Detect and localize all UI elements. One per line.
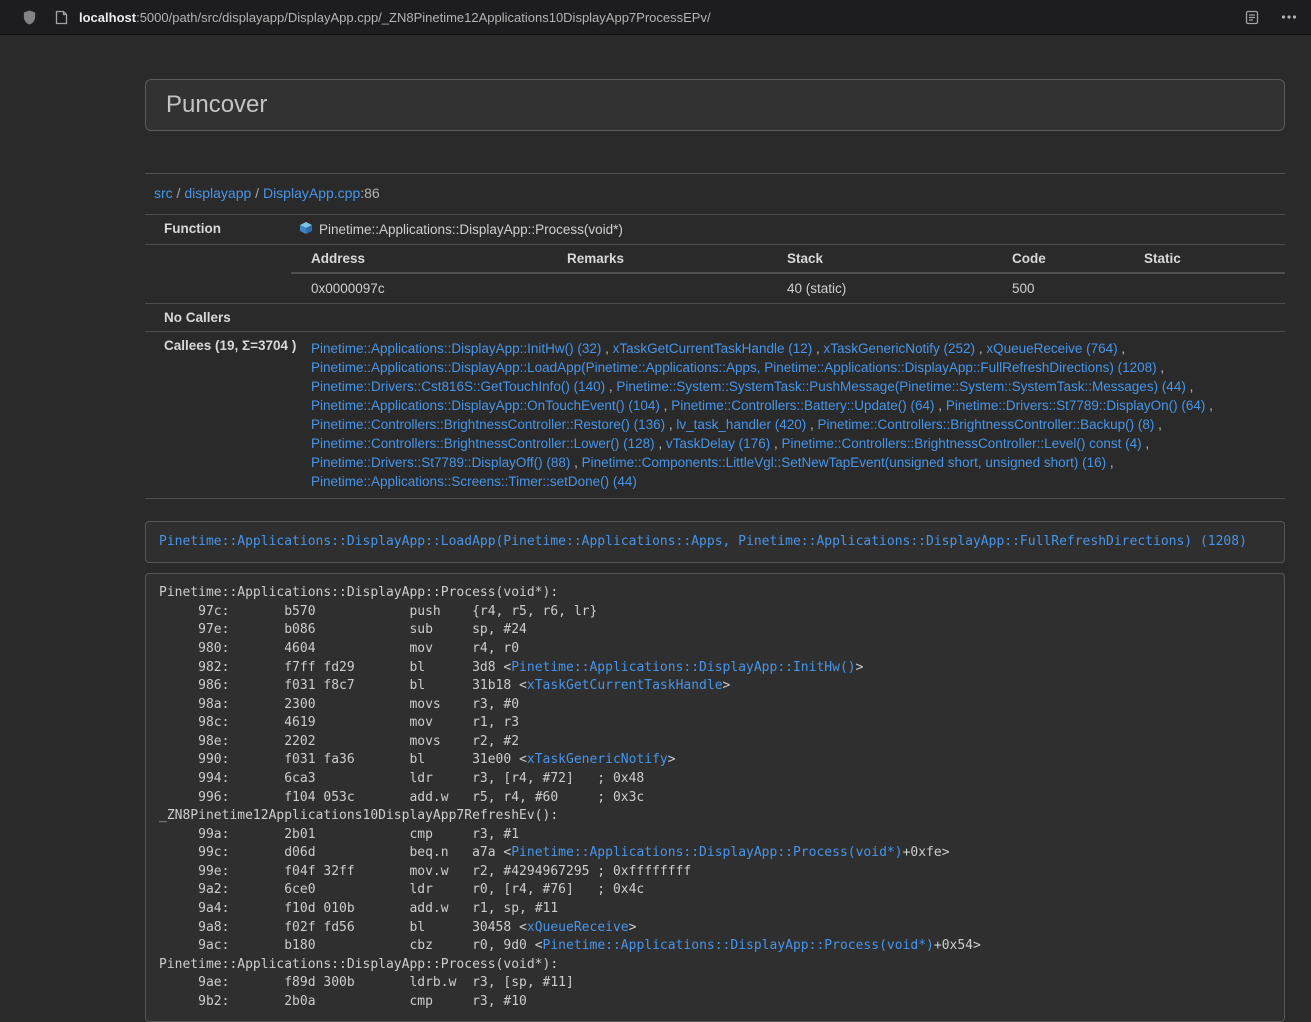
- callee-separator: ,: [1157, 360, 1165, 375]
- callee-link[interactable]: Pinetime::Controllers::BrightnessControl…: [781, 436, 1141, 451]
- menu-dots-icon[interactable]: [1281, 14, 1297, 20]
- callee-link[interactable]: Pinetime::Controllers::Battery::Update()…: [671, 398, 934, 413]
- function-name: Pinetime::Applications::DisplayApp::Proc…: [319, 222, 623, 237]
- callee-link[interactable]: Pinetime::Drivers::St7789::DisplayOff() …: [311, 455, 570, 470]
- callee-link[interactable]: Pinetime::Controllers::BrightnessControl…: [311, 417, 665, 432]
- callees-list: Pinetime::Applications::DisplayApp::Init…: [291, 332, 1285, 499]
- remarks-value: [547, 273, 767, 303]
- callee-link[interactable]: Pinetime::Applications::DisplayApp::Init…: [311, 341, 601, 356]
- callee-link[interactable]: Pinetime::Controllers::BrightnessControl…: [818, 417, 1155, 432]
- url-host: localhost: [79, 10, 136, 25]
- divider: [145, 173, 1285, 174]
- callee-separator: ,: [570, 455, 581, 470]
- callee-link[interactable]: Pinetime::System::SystemTask::PushMessag…: [616, 379, 1185, 394]
- breadcrumb-link[interactable]: displayapp: [184, 185, 251, 201]
- callee-separator: ,: [1142, 436, 1150, 451]
- disassembly-block: Pinetime::Applications::DisplayApp::Proc…: [145, 573, 1285, 1022]
- static-value: [1124, 273, 1285, 303]
- page-title: Puncover: [166, 92, 1264, 118]
- page-icon[interactable]: [55, 10, 68, 25]
- callee-separator: ,: [812, 341, 823, 356]
- code-symbol-link[interactable]: Pinetime::Applications::DisplayApp::Proc…: [511, 845, 902, 860]
- line-number: :86: [360, 185, 379, 201]
- col-code: Code: [992, 245, 1124, 273]
- no-callers-label: No Callers: [145, 304, 291, 332]
- callee-link[interactable]: xTaskGetCurrentTaskHandle (12): [613, 341, 813, 356]
- breadcrumb-link[interactable]: src: [154, 185, 173, 201]
- function-label: Function: [145, 215, 291, 245]
- callee-link[interactable]: Pinetime::Drivers::St7789::DisplayOn() (…: [946, 398, 1206, 413]
- callee-separator: ,: [975, 341, 986, 356]
- callee-separator: ,: [660, 398, 671, 413]
- stack-value: 40 (static): [767, 273, 992, 303]
- metrics-values-row: 0x0000097c 40 (static) 500: [291, 273, 1285, 303]
- code-symbol-link[interactable]: xTaskGenericNotify: [527, 752, 668, 767]
- callee-link[interactable]: xQueueReceive (764): [986, 341, 1117, 356]
- breadcrumb-separator: /: [173, 185, 185, 201]
- function-type-icon: [299, 221, 313, 238]
- callee-link[interactable]: vTaskDelay (176): [666, 436, 770, 451]
- callees-row: Callees (19, Σ=3704 ) Pinetime::Applicat…: [145, 332, 1285, 499]
- highlighted-callee-panel: Pinetime::Applications::DisplayApp::Load…: [145, 521, 1285, 563]
- callee-separator: ,: [605, 379, 616, 394]
- reader-mode-icon[interactable]: [1245, 10, 1259, 25]
- breadcrumb-link[interactable]: DisplayApp.cpp: [263, 185, 360, 201]
- metrics-row: Address Remarks Stack Code Static 0x0000…: [145, 245, 1285, 304]
- breadcrumb: src / displayapp / DisplayApp.cpp:86: [154, 185, 1285, 201]
- callee-separator: ,: [935, 398, 946, 413]
- symbol-table: Function Pinetime::Applications::Display…: [145, 214, 1285, 499]
- url-bar[interactable]: localhost:5000/path/src/displayapp/Displ…: [79, 10, 1229, 25]
- metrics-table: Address Remarks Stack Code Static 0x0000…: [291, 245, 1285, 303]
- url-path: :5000/path/src/displayapp/DisplayApp.cpp…: [136, 10, 711, 25]
- no-callers-row: No Callers: [145, 304, 1285, 332]
- col-stack: Stack: [767, 245, 992, 273]
- callee-separator: ,: [655, 436, 666, 451]
- shield-icon[interactable]: [22, 9, 37, 26]
- callee-separator: ,: [1186, 379, 1194, 394]
- callee-link[interactable]: Pinetime::Controllers::BrightnessControl…: [311, 436, 655, 451]
- highlighted-callee-link[interactable]: Pinetime::Applications::DisplayApp::Load…: [159, 534, 1247, 549]
- code-symbol-link[interactable]: xTaskGetCurrentTaskHandle: [527, 678, 723, 693]
- col-address: Address: [291, 245, 547, 273]
- callee-separator: ,: [1205, 398, 1213, 413]
- col-remarks: Remarks: [547, 245, 767, 273]
- callee-link[interactable]: Pinetime::Applications::DisplayApp::OnTo…: [311, 398, 660, 413]
- code-symbol-link[interactable]: Pinetime::Applications::DisplayApp::Init…: [511, 660, 855, 675]
- function-row: Function Pinetime::Applications::Display…: [145, 215, 1285, 245]
- code-value: 500: [992, 273, 1124, 303]
- callee-separator: ,: [601, 341, 612, 356]
- callee-link[interactable]: xTaskGenericNotify (252): [824, 341, 976, 356]
- callee-link[interactable]: Pinetime::Drivers::Cst816S::GetTouchInfo…: [311, 379, 605, 394]
- app-header-panel: Puncover: [145, 79, 1285, 131]
- callee-separator: ,: [1118, 341, 1126, 356]
- callee-separator: ,: [1106, 455, 1114, 470]
- code-symbol-link[interactable]: Pinetime::Applications::DisplayApp::Proc…: [543, 938, 934, 953]
- breadcrumb-separator: /: [251, 185, 263, 201]
- callee-separator: ,: [806, 417, 817, 432]
- callee-separator: ,: [1154, 417, 1162, 432]
- address-value: 0x0000097c: [291, 273, 547, 303]
- callee-link[interactable]: Pinetime::Components::LittleVgl::SetNewT…: [582, 455, 1107, 470]
- callees-label: Callees (19, Σ=3704 ): [145, 332, 291, 499]
- col-static: Static: [1124, 245, 1285, 273]
- callee-link[interactable]: Pinetime::Applications::DisplayApp::Load…: [311, 360, 1157, 375]
- callee-link[interactable]: Pinetime::Applications::Screens::Timer::…: [311, 474, 637, 489]
- callee-separator: ,: [770, 436, 781, 451]
- callee-separator: ,: [665, 417, 676, 432]
- browser-chrome: localhost:5000/path/src/displayapp/Displ…: [0, 0, 1311, 35]
- main-content: Puncover src / displayapp / DisplayApp.c…: [145, 79, 1285, 1022]
- callee-link[interactable]: lv_task_handler (420): [676, 417, 806, 432]
- code-symbol-link[interactable]: xQueueReceive: [527, 920, 629, 935]
